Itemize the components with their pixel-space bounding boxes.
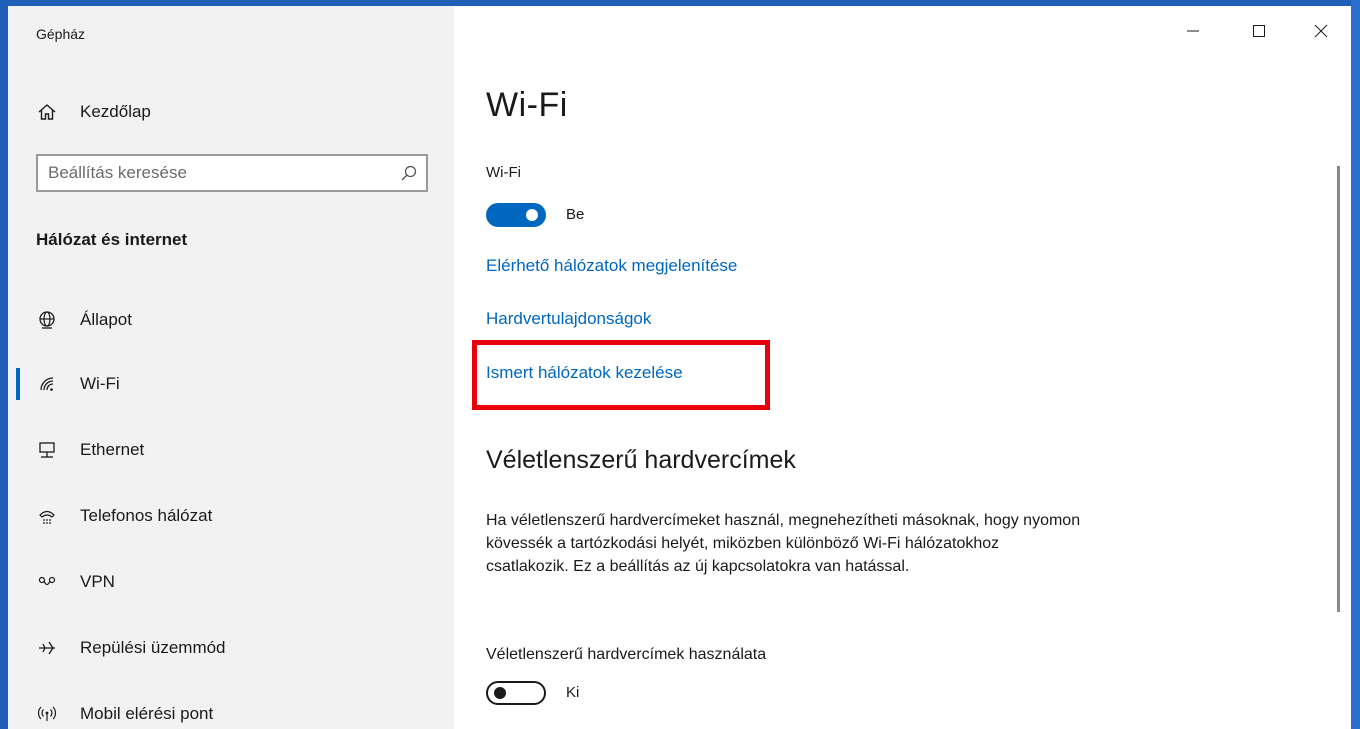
globe-status-icon — [36, 309, 58, 331]
random-hw-toggle-label: Véletlenszerű hardvercímek használata — [486, 646, 767, 663]
wifi-toggle[interactable] — [486, 203, 546, 227]
sidebar-item-label: Wi-Fi — [80, 374, 120, 393]
app-title: Gépház — [36, 26, 86, 42]
toggle-knob — [494, 687, 506, 699]
desktop-edge — [1351, 0, 1360, 729]
sidebar-item-dialup[interactable]: Telefonos hálózat — [36, 496, 436, 536]
sidebar: Gépház Kezdőlap Hálózat és internet Álla… — [8, 6, 454, 729]
sidebar-item-label: Telefonos hálózat — [80, 506, 213, 525]
wifi-toggle-state: Be — [566, 206, 585, 223]
page-title: Wi-Fi — [486, 86, 568, 124]
vpn-icon — [36, 571, 58, 593]
close-button[interactable] — [1298, 6, 1344, 56]
sidebar-home-label: Kezdőlap — [80, 102, 151, 121]
sidebar-item-label: VPN — [80, 572, 115, 591]
sidebar-item-vpn[interactable]: VPN — [36, 562, 436, 602]
random-hw-description: Ha véletlenszerű hardvercímeket használ,… — [486, 512, 1081, 575]
settings-window: Gépház Kezdőlap Hálózat és internet Álla… — [8, 6, 1351, 729]
random-hw-section-title: Véletlenszerű hardvercímek — [486, 446, 796, 474]
selection-indicator — [16, 368, 20, 400]
show-networks-link[interactable]: Elérhető hálózatok megjelenítése — [486, 256, 737, 276]
maximize-icon — [1253, 25, 1265, 37]
search-input[interactable] — [38, 162, 392, 184]
airplane-icon — [36, 637, 58, 659]
ethernet-icon — [36, 439, 58, 461]
search-icon[interactable] — [392, 156, 426, 190]
home-icon — [36, 101, 58, 123]
wifi-toggle-label: Wi-Fi — [486, 164, 521, 181]
maximize-button[interactable] — [1236, 6, 1282, 56]
sidebar-item-status[interactable]: Állapot — [36, 300, 436, 340]
close-icon — [1314, 24, 1328, 38]
random-hw-toggle-state: Ki — [566, 684, 580, 701]
sidebar-item-label: Ethernet — [80, 440, 145, 459]
random-hw-toggle[interactable] — [486, 681, 546, 705]
wifi-icon — [36, 373, 58, 395]
minimize-button[interactable] — [1170, 6, 1216, 56]
sidebar-item-hotspot[interactable]: Mobil elérési pont — [36, 694, 436, 729]
sidebar-item-label: Repülési üzemmód — [80, 638, 226, 657]
sidebar-item-wifi[interactable]: Wi-Fi — [36, 364, 436, 404]
sidebar-item-label: Állapot — [80, 310, 132, 329]
sidebar-home[interactable]: Kezdőlap — [36, 98, 436, 126]
scrollbar[interactable] — [1337, 166, 1340, 612]
hotspot-icon — [36, 703, 58, 725]
content-pane: Wi-Fi Wi-Fi Be Elérhető hálózatok megjel… — [454, 6, 1351, 729]
minimize-icon — [1187, 30, 1199, 32]
dialup-icon — [36, 505, 58, 527]
sidebar-item-label: Mobil elérési pont — [80, 704, 214, 723]
highlight-box — [472, 340, 770, 410]
hardware-properties-link[interactable]: Hardvertulajdonságok — [486, 309, 651, 329]
sidebar-item-ethernet[interactable]: Ethernet — [36, 430, 436, 470]
search-box[interactable] — [36, 154, 428, 192]
toggle-knob — [526, 209, 538, 221]
sidebar-item-airplane[interactable]: Repülési üzemmód — [36, 628, 436, 668]
section-title: Hálózat és internet — [36, 230, 188, 249]
